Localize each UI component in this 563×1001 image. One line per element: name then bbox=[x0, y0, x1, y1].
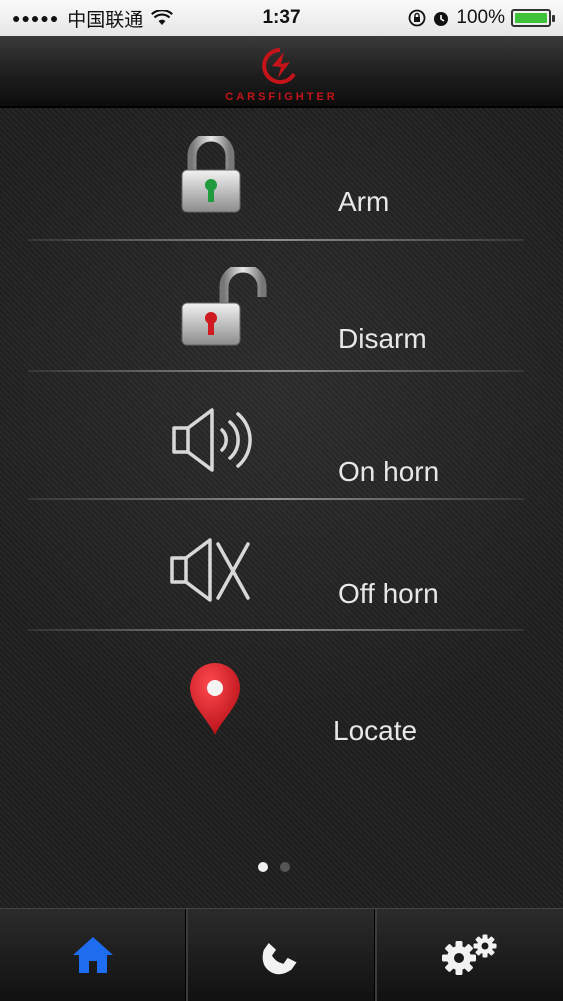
phone-icon bbox=[263, 942, 298, 975]
on-horn-button[interactable]: On horn bbox=[28, 372, 524, 500]
page-dot-active[interactable] bbox=[258, 862, 268, 872]
tab-bar bbox=[0, 908, 563, 1001]
home-icon bbox=[73, 937, 114, 973]
page-indicator[interactable] bbox=[258, 862, 290, 872]
battery-icon bbox=[511, 9, 555, 27]
map-pin-icon bbox=[190, 663, 240, 735]
off-horn-label: Off horn bbox=[338, 578, 439, 609]
wifi-icon bbox=[151, 10, 174, 25]
speaker-on-icon bbox=[172, 408, 252, 472]
app-header: CARSFIGHTER bbox=[0, 36, 563, 108]
disarm-label: Disarm bbox=[338, 323, 427, 354]
lock-open-icon bbox=[181, 267, 267, 346]
battery-percent: 100% bbox=[456, 7, 505, 28]
carrier-label: 中国联通 bbox=[67, 9, 144, 31]
tab-phone[interactable] bbox=[188, 909, 377, 1001]
speaker-off-icon bbox=[170, 538, 250, 602]
brand-logo-icon bbox=[262, 48, 296, 84]
disarm-button[interactable]: Disarm bbox=[28, 241, 524, 369]
brand-name: CARSFIGHTER bbox=[225, 91, 338, 103]
tab-home[interactable] bbox=[0, 909, 189, 1001]
command-list: Arm Disarm On horn Off horn Locate bbox=[0, 108, 563, 908]
on-horn-label: On horn bbox=[338, 456, 440, 487]
arm-label: Arm bbox=[338, 186, 390, 217]
off-horn-button[interactable]: Off horn bbox=[28, 500, 524, 628]
alarm-clock-icon bbox=[434, 12, 449, 26]
tab-settings[interactable] bbox=[377, 909, 563, 1001]
rotation-lock-icon bbox=[408, 9, 426, 27]
status-bar: ●●●●● 中国联通 1:37 100% bbox=[0, 0, 563, 36]
page-dot[interactable] bbox=[280, 862, 290, 872]
locate-button[interactable]: Locate bbox=[28, 631, 524, 759]
arm-button[interactable]: Arm bbox=[28, 108, 524, 236]
signal-strength-icon: ●●●●● bbox=[12, 10, 60, 26]
lock-closed-icon bbox=[181, 136, 241, 213]
settings-gears-icon bbox=[441, 934, 497, 975]
locate-label: Locate bbox=[333, 715, 418, 746]
